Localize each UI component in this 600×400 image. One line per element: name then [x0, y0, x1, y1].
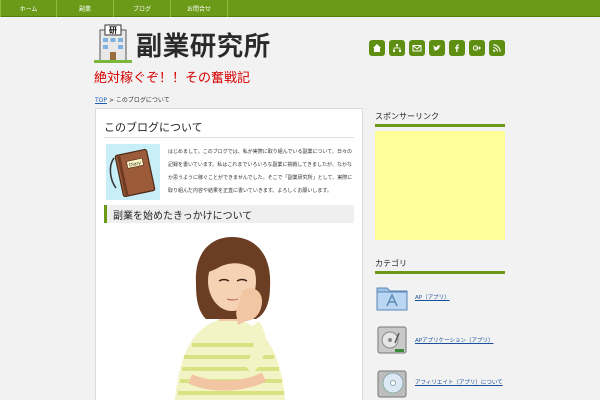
nav-item-home[interactable]: ホーム	[0, 0, 57, 17]
logo-text: 副業研究所	[136, 31, 272, 62]
building-icon: 研	[94, 24, 132, 64]
ad-placeholder[interactable]	[375, 131, 505, 240]
folder-app-icon	[375, 280, 409, 314]
nav-item-fukugyo[interactable]: 副業	[57, 0, 114, 17]
category-link[interactable]: AP（アプリ）	[415, 293, 450, 301]
home-icon[interactable]	[369, 40, 385, 56]
title-divider	[104, 137, 354, 138]
category-item[interactable]: AP（アプリ）	[375, 279, 505, 315]
social-icons	[369, 40, 505, 56]
main-content: このブログについて Diary はじめまして。このブログでは、私が実際に取り組ん…	[95, 108, 363, 400]
diary-book-image: Diary	[106, 144, 160, 200]
breadcrumb-current: このブログについて	[115, 97, 170, 104]
thinking-woman-photo	[124, 229, 334, 400]
sitemap-icon[interactable]	[389, 40, 405, 56]
nav-item-contact[interactable]: お問合せ	[171, 0, 228, 17]
mail-icon[interactable]	[409, 40, 425, 56]
hard-drive-icon	[375, 323, 409, 357]
logo-badge-text: 研	[109, 26, 117, 35]
site-logo[interactable]: 研 副業研究所	[94, 24, 271, 64]
sidebar-category-title: カテゴリ	[375, 258, 505, 274]
breadcrumb: TOP > このブログについて	[95, 95, 170, 104]
facebook-icon[interactable]	[449, 40, 465, 56]
section-heading: 副業を始めたきっかけについて	[104, 205, 354, 223]
nav-item-blog[interactable]: ブログ	[114, 0, 171, 17]
category-item[interactable]: APアプリケーション（アプリ）	[375, 322, 505, 358]
category-link[interactable]: APアプリケーション（アプリ）	[415, 336, 493, 344]
category-link[interactable]: アフィリエイト（アプリ）について	[415, 378, 503, 386]
site-tagline: 絶対稼ぐぞ！！その奮戦記	[94, 71, 251, 86]
twitter-icon[interactable]	[429, 40, 445, 56]
google-plus-icon[interactable]	[469, 40, 485, 56]
category-item[interactable]: アフィリエイト（アプリ）について	[375, 364, 505, 400]
intro-text: はじめまして。このブログでは、私が実際に取り組んでいる副業について、日々の記録を…	[168, 149, 353, 194]
top-nav: ホーム 副業 ブログ お問合せ	[0, 0, 600, 17]
rss-icon[interactable]	[489, 40, 505, 56]
breadcrumb-top-link[interactable]: TOP	[95, 97, 107, 104]
sidebar-ad-title: スポンサーリンク	[375, 111, 505, 127]
page-title: このブログについて	[104, 121, 203, 134]
breadcrumb-separator: >	[108, 97, 114, 104]
disc-drive-icon	[375, 365, 409, 399]
